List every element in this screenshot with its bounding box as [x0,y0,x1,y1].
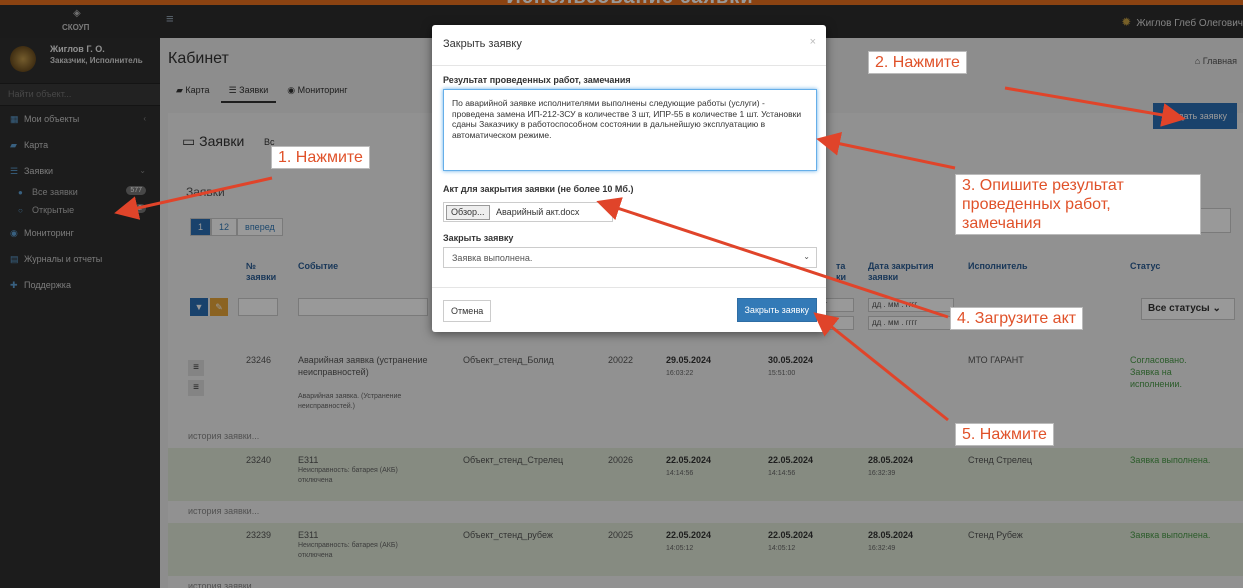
close-icon[interactable]: × [810,36,816,48]
close-status-value: Заявка выполнена. [452,253,533,263]
divider [432,65,826,66]
act-file-input[interactable]: Обзор... Аварийный акт.docx [443,202,613,222]
callout-step-4: 4. Загрузите акт [950,307,1084,330]
callout-step-1: 1. Нажмите [271,146,370,169]
cancel-button[interactable]: Отмена [443,300,492,322]
result-label: Результат проведенных работ, замечания [443,75,631,85]
callout-step-2: 2. Нажмите [868,51,967,74]
act-label: Акт для закрытия заявки (не более 10 Мб.… [443,184,634,194]
modal-title: Закрыть заявку [443,38,522,50]
close-status-label: Закрыть заявку [443,233,514,243]
callout-step-5: 5. Нажмите [955,423,1054,446]
close-status-select[interactable]: Заявка выполнена. ⌄ [443,247,817,268]
divider [432,287,826,288]
browse-button[interactable]: Обзор... [446,205,490,220]
chevron-down-icon: ⌄ [803,252,810,261]
close-request-modal: Закрыть заявку × Результат проведенных р… [432,25,826,332]
result-textarea[interactable]: По аварийной заявке исполнителями выполн… [443,89,817,171]
callout-step-3: 3. Опишите результат проведенных работ, … [955,174,1201,235]
file-name: Аварийный акт.docx [496,207,580,217]
submit-close-request-button[interactable]: Закрыть заявку [736,298,817,322]
